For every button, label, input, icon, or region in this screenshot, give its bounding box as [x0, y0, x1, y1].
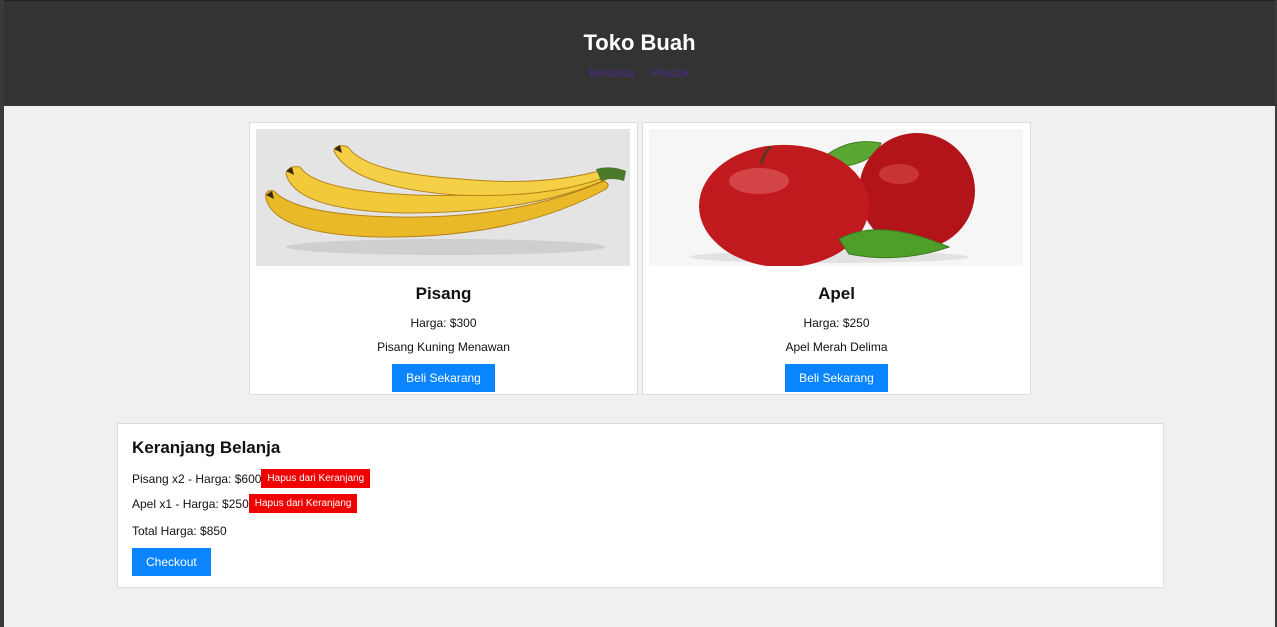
cart-item: Apel x1 - Harga: $250 Hapus dari Keranja… [132, 494, 1149, 513]
site-title: Toko Buah [583, 30, 696, 55]
banana-image [256, 129, 630, 266]
product-card-apel: Apel Harga: $250 Apel Merah Delima Beli … [642, 122, 1031, 395]
remove-from-cart-button[interactable]: Hapus dari Keranjang [248, 494, 358, 513]
product-description: Pisang Kuning Menawan [377, 340, 510, 354]
buy-now-button-apel[interactable]: Beli Sekarang [785, 364, 888, 392]
checkout-button[interactable]: Checkout [132, 548, 211, 576]
shopping-cart: Keranjang Belanja Pisang x2 - Harga: $60… [117, 423, 1164, 588]
cart-item-text: Apel x1 - Harga: $250 [132, 496, 249, 511]
product-name: Apel [818, 284, 855, 303]
main-nav: Beranda Produk [4, 66, 1275, 80]
cart-title: Keranjang Belanja [132, 438, 281, 457]
apple-image [649, 129, 1023, 266]
cart-total: Total Harga: $850 [132, 524, 227, 538]
product-list: Pisang Harga: $300 Pisang Kuning Menawan… [249, 122, 1031, 395]
product-card-pisang: Pisang Harga: $300 Pisang Kuning Menawan… [249, 122, 638, 395]
cart-item-text: Pisang x2 - Harga: $600 [132, 471, 262, 486]
product-name: Pisang [415, 284, 472, 303]
buy-now-button-pisang[interactable]: Beli Sekarang [392, 364, 495, 392]
remove-from-cart-button[interactable]: Hapus dari Keranjang [261, 469, 371, 488]
nav-link-produk[interactable]: Produk [652, 66, 690, 80]
nav-link-beranda[interactable]: Beranda [589, 66, 634, 80]
product-description: Apel Merah Delima [785, 340, 888, 354]
product-price: Harga: $300 [410, 316, 477, 330]
site-header: Toko Buah Beranda Produk [4, 0, 1275, 106]
product-price: Harga: $250 [803, 316, 870, 330]
cart-item: Pisang x2 - Harga: $600 Hapus dari Keran… [132, 469, 1149, 488]
